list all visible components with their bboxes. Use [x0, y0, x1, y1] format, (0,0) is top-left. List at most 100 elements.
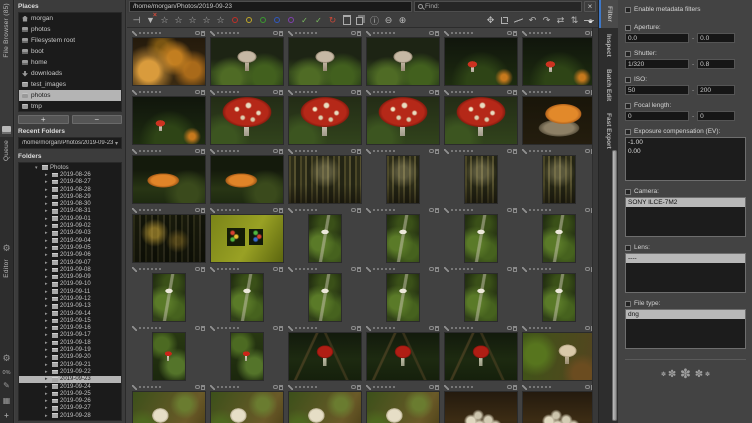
rank-dot-icon[interactable]	[459, 386, 462, 389]
rank-dot-icon[interactable]	[221, 91, 224, 94]
expand-icon[interactable]	[45, 230, 50, 236]
folder-item-2019-09-01[interactable]: 2019-09-01	[19, 215, 121, 222]
zoom-in-icon[interactable]: ⊕	[396, 14, 409, 27]
rank-dot-icon[interactable]	[233, 32, 236, 35]
add-place-button[interactable]: +	[18, 115, 69, 124]
panel-scrollbar[interactable]	[612, 150, 617, 421]
rank-dot-icon[interactable]	[549, 209, 552, 212]
rank-dot-icon[interactable]	[463, 386, 466, 389]
thumbnail-cell[interactable]	[520, 147, 597, 205]
left-tab-file-browser-85[interactable]: File Browser (85)	[0, 0, 13, 137]
thumbnail-cell[interactable]	[208, 147, 285, 205]
aperture-checkbox[interactable]	[625, 25, 631, 31]
thumbnail-cell[interactable]	[208, 383, 285, 423]
rank-dot-icon[interactable]	[155, 386, 158, 389]
rank-dot-icon[interactable]	[459, 327, 462, 330]
rank-dot-icon[interactable]	[467, 268, 470, 271]
rank-dot-icon[interactable]	[471, 32, 474, 35]
rank-dot-icon[interactable]	[463, 268, 466, 271]
thumbnail-cell[interactable]	[286, 324, 363, 382]
rank-dot-icon[interactable]	[221, 268, 224, 271]
color-label-icon[interactable]	[429, 149, 434, 154]
rank-dot-icon[interactable]	[381, 386, 384, 389]
rank-dot-icon[interactable]	[143, 32, 146, 35]
flip-horizontal-icon[interactable]: ⇄	[554, 14, 567, 27]
trash-icon[interactable]	[279, 208, 283, 213]
rank-dot-icon[interactable]	[229, 386, 232, 389]
iso-row[interactable]: ISO:	[625, 76, 746, 83]
rank-dot-icon[interactable]	[237, 386, 240, 389]
rank-dot-icon[interactable]	[143, 91, 146, 94]
rank-dot-icon[interactable]	[381, 327, 384, 330]
list-option[interactable]: -1.00	[626, 138, 745, 147]
rank-dot-icon[interactable]	[299, 32, 302, 35]
expand-icon[interactable]	[45, 391, 50, 397]
rank-dot-icon[interactable]	[315, 32, 318, 35]
rank-dot-icon[interactable]	[381, 150, 384, 153]
rank-star-2-icon[interactable]: ☆	[172, 14, 185, 27]
color-label-icon[interactable]	[507, 385, 512, 390]
rank-dot-icon[interactable]	[229, 150, 232, 153]
rank-dot-icon[interactable]	[463, 91, 466, 94]
rank-dot-icon[interactable]	[545, 327, 548, 330]
rank-dot-icon[interactable]	[389, 150, 392, 153]
expand-icon[interactable]	[45, 194, 50, 200]
color-label-icon[interactable]	[273, 208, 278, 213]
folder-item-2019-09-11[interactable]: 2019-09-11	[19, 288, 121, 295]
folder-item-2019-09-27[interactable]: 2019-09-27	[19, 405, 121, 412]
color-label-icon[interactable]	[273, 90, 278, 95]
rank-dot-icon[interactable]	[385, 91, 388, 94]
rank-dot-icon[interactable]	[139, 91, 142, 94]
rank-dot-icon[interactable]	[311, 327, 314, 330]
lens-listbox[interactable]: ----	[625, 253, 746, 293]
rank-dot-icon[interactable]	[377, 268, 380, 271]
expand-icon[interactable]	[35, 165, 40, 171]
rank-dot-icon[interactable]	[299, 209, 302, 212]
rank-dot-icon[interactable]	[229, 327, 232, 330]
rank-dot-icon[interactable]	[385, 327, 388, 330]
trash-icon[interactable]	[513, 149, 517, 154]
rank-dot-icon[interactable]	[533, 32, 536, 35]
folder-item-2019-08-27[interactable]: 2019-08-27	[19, 179, 121, 186]
thumbnail-cell[interactable]	[208, 265, 285, 323]
rank-dot-icon[interactable]	[303, 268, 306, 271]
trash-icon[interactable]	[357, 267, 361, 272]
expand-icon[interactable]	[45, 201, 50, 207]
trash-icon[interactable]	[435, 31, 439, 36]
rank-dot-icon[interactable]	[537, 91, 540, 94]
rank-dot-icon[interactable]	[471, 327, 474, 330]
color-label-icon[interactable]	[195, 90, 200, 95]
rank-dot-icon[interactable]	[529, 209, 532, 212]
shutter-checkbox[interactable]	[625, 51, 631, 57]
rank-dot-icon[interactable]	[143, 150, 146, 153]
copy-icon[interactable]	[354, 14, 367, 27]
trash-icon[interactable]	[201, 149, 205, 154]
folder-item-2019-09-05[interactable]: 2019-09-05	[19, 244, 121, 251]
rank-dot-icon[interactable]	[451, 209, 454, 212]
trash-icon[interactable]	[340, 14, 353, 27]
folder-item-2019-08-28[interactable]: 2019-08-28	[19, 186, 121, 193]
rank-dot-icon[interactable]	[373, 386, 376, 389]
ev-row[interactable]: Exposure compensation (EV):	[625, 128, 746, 135]
rotate-right-icon[interactable]: ↷	[540, 14, 553, 27]
enable-metadata-filters-row[interactable]: Enable metadata filters	[625, 6, 746, 13]
tab-filter[interactable]: Filter	[599, 0, 618, 28]
trash-icon[interactable]	[201, 90, 205, 95]
rank-dot-icon[interactable]	[237, 268, 240, 271]
rank-dot-icon[interactable]	[151, 32, 154, 35]
trash-icon[interactable]	[435, 149, 439, 154]
edited-icon[interactable]: ✓	[298, 14, 311, 27]
trash-icon[interactable]	[201, 208, 205, 213]
rank-dot-icon[interactable]	[463, 209, 466, 212]
trash-icon[interactable]	[435, 326, 439, 331]
rank-dot-icon[interactable]	[549, 268, 552, 271]
grid-icon[interactable]	[2, 396, 11, 405]
color-label-icon[interactable]	[273, 149, 278, 154]
rank-dot-icon[interactable]	[389, 209, 392, 212]
rank-dot-icon[interactable]	[217, 268, 220, 271]
folder-item-2019-09-18[interactable]: 2019-09-18	[19, 339, 121, 346]
place-item-downloads[interactable]: downloads	[19, 68, 121, 79]
expand-icon[interactable]	[45, 376, 50, 382]
rank-dot-icon[interactable]	[393, 150, 396, 153]
place-item-photos[interactable]: photos	[19, 90, 121, 101]
